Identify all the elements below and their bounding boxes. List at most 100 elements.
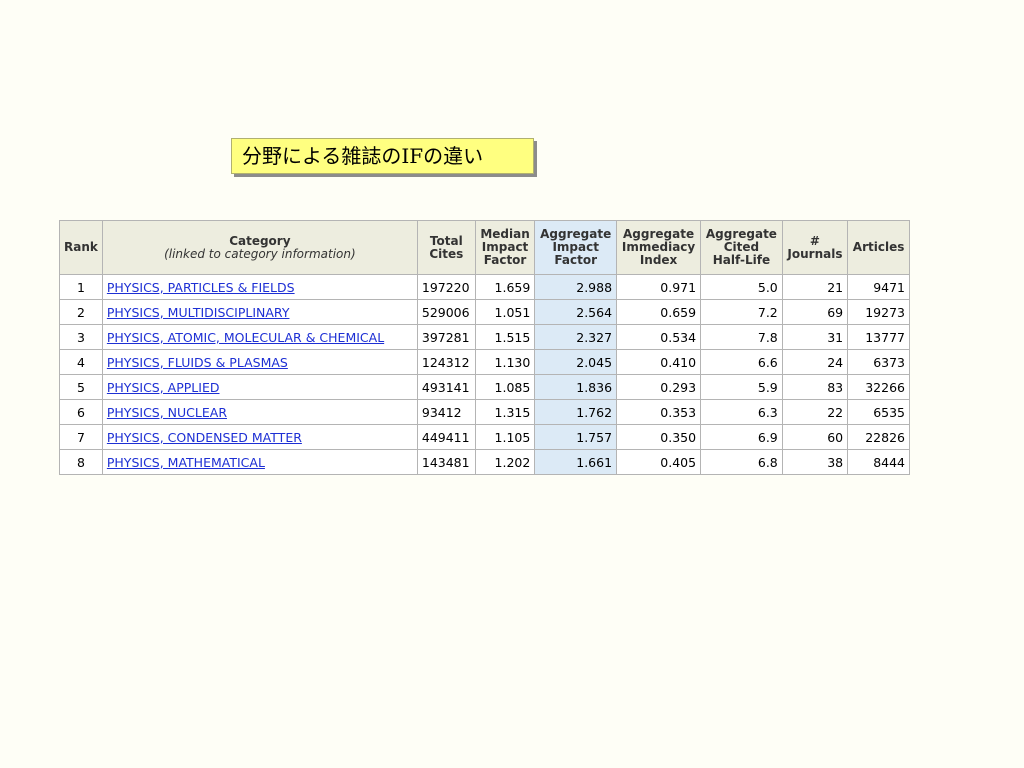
table-row: 4 PHYSICS, FLUIDS & PLASMAS 124312 1.130 2.0… — [59, 349, 910, 375]
cell-median-impact-factor: 1.515 — [474, 324, 536, 350]
cell-aggregate-cited-half-life: 5.9 — [700, 374, 783, 400]
cell-total-cites: 397281 — [416, 324, 476, 350]
cell-category: PHYSICS, CONDENSED MATTER — [101, 424, 418, 450]
table-row: 3 PHYSICS, ATOMIC, MOLECULAR & CHEMICAL 39… — [59, 324, 910, 350]
cell-aggregate-impact-factor: 1.661 — [534, 449, 618, 475]
header-median-impact-factor[interactable]: Median Impact Factor — [474, 220, 536, 275]
cell-journals: 22 — [781, 399, 849, 425]
cell-rank: 3 — [59, 324, 103, 350]
cell-aggregate-cited-half-life: 7.8 — [700, 324, 783, 350]
header-aggregate-immediacy-index[interactable]: Aggregate Immediacy Index — [616, 220, 702, 275]
cell-rank: 5 — [59, 374, 103, 400]
cell-aggregate-immediacy-index: 0.410 — [616, 349, 702, 375]
cell-articles: 19273 — [847, 299, 910, 325]
header-category[interactable]: Category (linked to category information… — [101, 220, 418, 275]
cell-aggregate-impact-factor: 2.045 — [534, 349, 618, 375]
cell-total-cites: 493141 — [416, 374, 476, 400]
category-link[interactable]: PHYSICS, MATHEMATICAL — [107, 455, 265, 470]
cell-aggregate-immediacy-index: 0.405 — [616, 449, 702, 475]
slide-title: 分野による雑誌のIFの違い — [231, 138, 534, 174]
cell-aggregate-immediacy-index: 0.350 — [616, 424, 702, 450]
cell-journals: 69 — [781, 299, 849, 325]
cell-category: PHYSICS, NUCLEAR — [101, 399, 418, 425]
table-row: 1 PHYSICS, PARTICLES & FIELDS 197220 1.659 2… — [59, 274, 910, 300]
cell-articles: 6373 — [847, 349, 910, 375]
header-rank[interactable]: Rank — [59, 220, 103, 275]
cell-journals: 38 — [781, 449, 849, 475]
category-link[interactable]: PHYSICS, ATOMIC, MOLECULAR & CHEMICAL — [107, 330, 384, 345]
category-link[interactable]: PHYSICS, MULTIDISCIPLINARY — [107, 305, 290, 320]
cell-category: PHYSICS, PARTICLES & FIELDS — [101, 274, 418, 300]
cell-aggregate-impact-factor: 2.564 — [534, 299, 618, 325]
category-link[interactable]: PHYSICS, CONDENSED MATTER — [107, 430, 302, 445]
header-total-cites[interactable]: Total Cites — [416, 220, 476, 275]
cell-journals: 83 — [781, 374, 849, 400]
cell-rank: 2 — [59, 299, 103, 325]
cell-aggregate-cited-half-life: 7.2 — [700, 299, 783, 325]
cell-aggregate-impact-factor: 1.762 — [534, 399, 618, 425]
table-header-row: Rank Category (linked to category inform… — [59, 220, 910, 275]
cell-journals: 31 — [781, 324, 849, 350]
cell-articles: 13777 — [847, 324, 910, 350]
cell-aggregate-cited-half-life: 6.6 — [700, 349, 783, 375]
cell-aggregate-cited-half-life: 6.9 — [700, 424, 783, 450]
cell-total-cites: 93412 — [416, 399, 476, 425]
cell-journals: 24 — [781, 349, 849, 375]
cell-articles: 6535 — [847, 399, 910, 425]
cell-category: PHYSICS, ATOMIC, MOLECULAR & CHEMICAL — [101, 324, 418, 350]
cell-total-cites: 143481 — [416, 449, 476, 475]
cell-aggregate-immediacy-index: 0.659 — [616, 299, 702, 325]
cell-rank: 1 — [59, 274, 103, 300]
cell-aggregate-impact-factor: 1.836 — [534, 374, 618, 400]
cell-aggregate-cited-half-life: 5.0 — [700, 274, 783, 300]
header-articles[interactable]: Articles — [847, 220, 910, 275]
table-body: 1 PHYSICS, PARTICLES & FIELDS 197220 1.659 2… — [59, 274, 910, 475]
cell-category: PHYSICS, MATHEMATICAL — [101, 449, 418, 475]
cell-median-impact-factor: 1.659 — [474, 274, 536, 300]
cell-rank: 4 — [59, 349, 103, 375]
table-row: 6 PHYSICS, NUCLEAR 93412 1.315 1.762 0.353 6.3… — [59, 399, 910, 425]
header-aggregate-cited-half-life[interactable]: Aggregate Cited Half-Life — [700, 220, 783, 275]
table-row: 8 PHYSICS, MATHEMATICAL 143481 1.202 1.661 0.… — [59, 449, 910, 475]
cell-median-impact-factor: 1.315 — [474, 399, 536, 425]
cell-median-impact-factor: 1.130 — [474, 349, 536, 375]
cell-total-cites: 124312 — [416, 349, 476, 375]
cell-journals: 60 — [781, 424, 849, 450]
cell-aggregate-immediacy-index: 0.534 — [616, 324, 702, 350]
table-row: 7 PHYSICS, CONDENSED MATTER 449411 1.105 1.7… — [59, 424, 910, 450]
cell-articles: 8444 — [847, 449, 910, 475]
header-journals[interactable]: # Journals — [781, 220, 849, 275]
cell-median-impact-factor: 1.105 — [474, 424, 536, 450]
category-link[interactable]: PHYSICS, FLUIDS & PLASMAS — [107, 355, 288, 370]
cell-category: PHYSICS, FLUIDS & PLASMAS — [101, 349, 418, 375]
cell-median-impact-factor: 1.085 — [474, 374, 536, 400]
cell-articles: 22826 — [847, 424, 910, 450]
category-link[interactable]: PHYSICS, APPLIED — [107, 380, 220, 395]
cell-median-impact-factor: 1.202 — [474, 449, 536, 475]
table-row: 5 PHYSICS, APPLIED 493141 1.085 1.836 0.293 5.… — [59, 374, 910, 400]
cell-aggregate-immediacy-index: 0.971 — [616, 274, 702, 300]
cell-aggregate-impact-factor: 2.327 — [534, 324, 618, 350]
header-aggregate-impact-factor[interactable]: Aggregate Impact Factor — [534, 220, 618, 275]
cell-aggregate-impact-factor: 2.988 — [534, 274, 618, 300]
cell-rank: 6 — [59, 399, 103, 425]
cell-aggregate-cited-half-life: 6.8 — [700, 449, 783, 475]
cell-total-cites: 449411 — [416, 424, 476, 450]
cell-articles: 32266 — [847, 374, 910, 400]
cell-category: PHYSICS, APPLIED — [101, 374, 418, 400]
category-ranking-table: Rank Category (linked to category inform… — [59, 220, 910, 475]
cell-aggregate-impact-factor: 1.757 — [534, 424, 618, 450]
category-link[interactable]: PHYSICS, PARTICLES & FIELDS — [107, 280, 295, 295]
cell-total-cites: 197220 — [416, 274, 476, 300]
table-row: 2 PHYSICS, MULTIDISCIPLINARY 529006 1.051 2.… — [59, 299, 910, 325]
header-category-note: (linked to category information) — [164, 246, 356, 261]
cell-aggregate-immediacy-index: 0.293 — [616, 374, 702, 400]
cell-journals: 21 — [781, 274, 849, 300]
cell-aggregate-immediacy-index: 0.353 — [616, 399, 702, 425]
category-link[interactable]: PHYSICS, NUCLEAR — [107, 405, 227, 420]
header-category-label: Category — [229, 233, 291, 248]
cell-aggregate-cited-half-life: 6.3 — [700, 399, 783, 425]
cell-rank: 8 — [59, 449, 103, 475]
cell-rank: 7 — [59, 424, 103, 450]
cell-total-cites: 529006 — [416, 299, 476, 325]
